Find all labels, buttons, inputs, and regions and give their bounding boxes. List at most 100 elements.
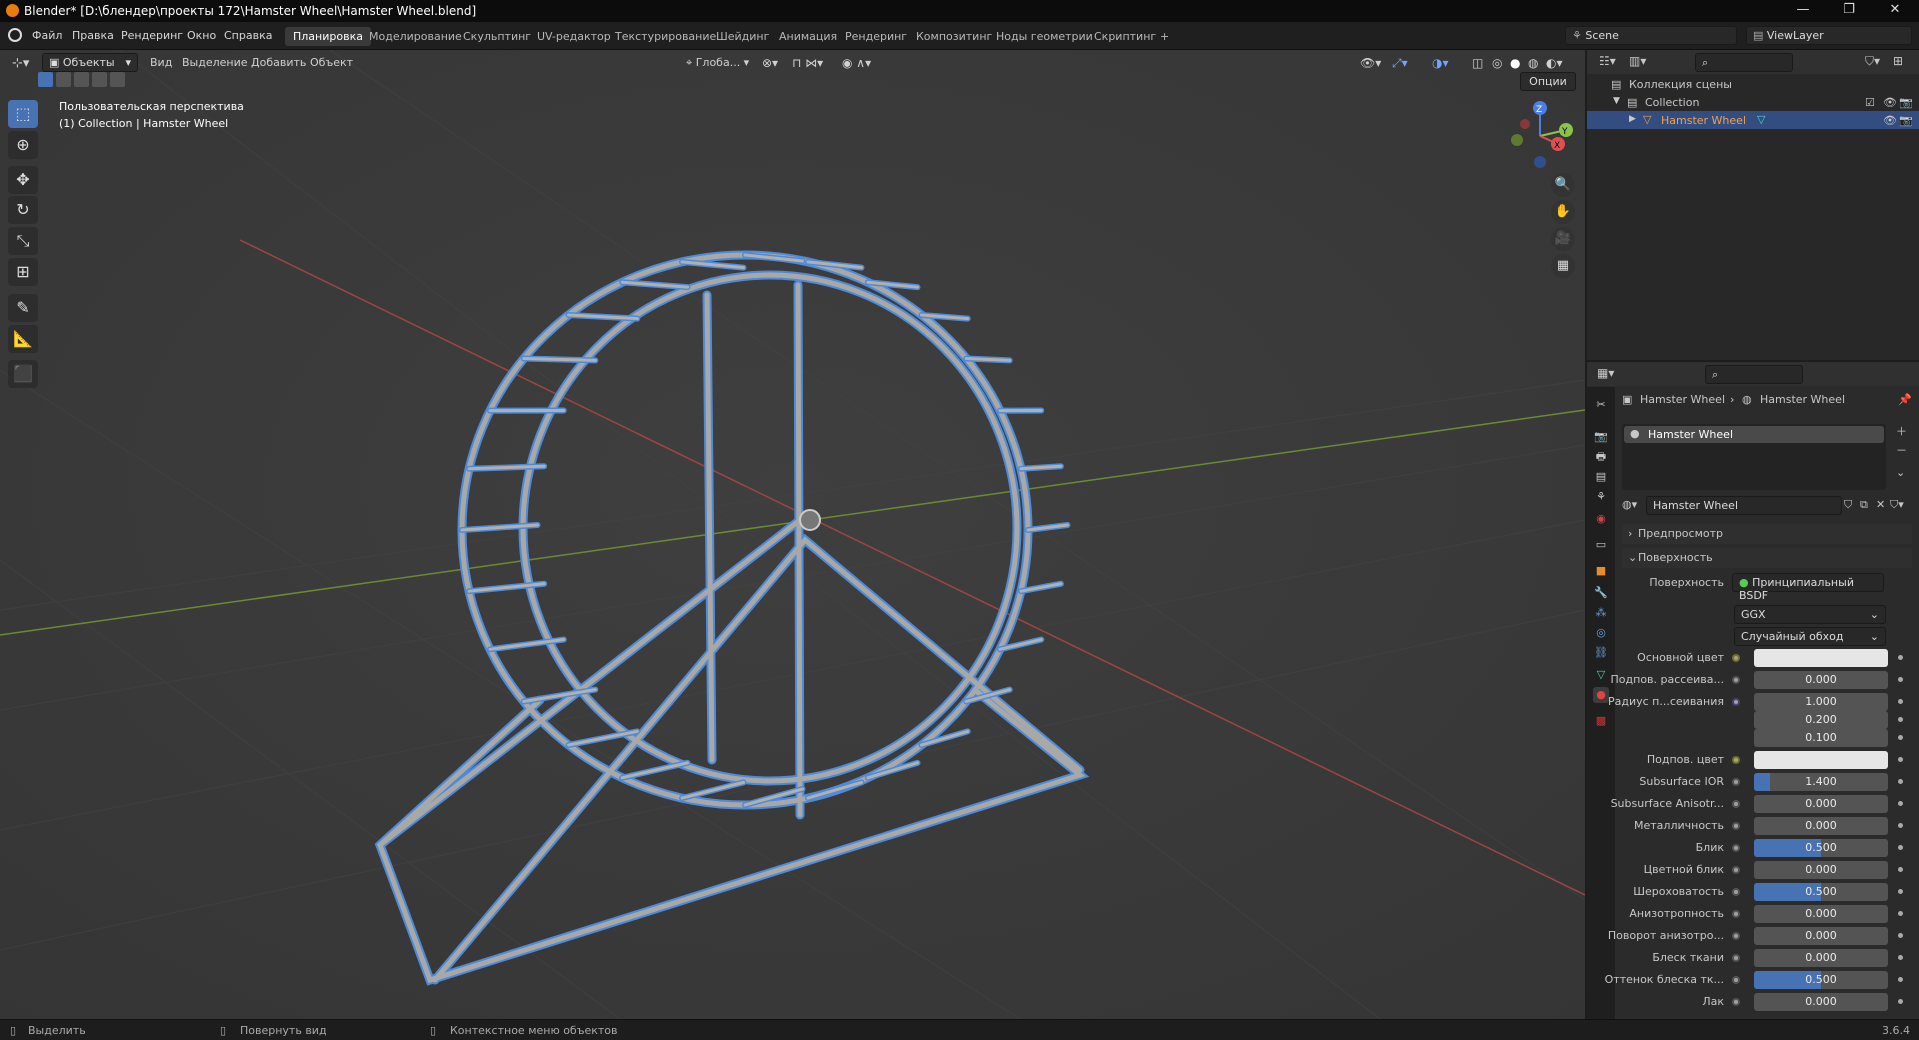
keyframe-dot-icon[interactable] bbox=[1898, 779, 1903, 784]
remove-slot-icon[interactable]: － bbox=[1896, 442, 1907, 458]
color-swatch[interactable] bbox=[1754, 751, 1888, 769]
value-slider[interactable]: 0.500 bbox=[1754, 971, 1888, 989]
outliner-editor-icon[interactable]: ☷▾ bbox=[1599, 54, 1616, 68]
navigation-gizmo[interactable]: Z Y X bbox=[1500, 96, 1580, 176]
outliner-row-collection[interactable]: ▼ ▤ Collection ☑ 👁 📷 bbox=[1587, 93, 1919, 111]
value-slider[interactable]: 0.000 bbox=[1754, 927, 1888, 945]
tab-layout[interactable]: Планировка bbox=[285, 27, 371, 46]
value-slider[interactable]: 0.500 bbox=[1754, 839, 1888, 857]
xray-icon[interactable]: ◫ bbox=[1472, 56, 1483, 70]
preview-panel-header[interactable]: › Предпросмотр bbox=[1622, 524, 1912, 544]
tab-compositing[interactable]: Композитинг bbox=[908, 27, 1000, 46]
transform-orientation[interactable]: ⌖ Глоба... ▾ bbox=[686, 56, 749, 70]
value-slider[interactable]: 0.200 bbox=[1754, 711, 1888, 729]
tool-tab-icon[interactable]: ✂ bbox=[1593, 397, 1609, 413]
display-mode-icon[interactable]: ▥▾ bbox=[1629, 54, 1646, 68]
socket-link-icon[interactable] bbox=[1732, 778, 1740, 786]
keyframe-dot-icon[interactable] bbox=[1898, 955, 1903, 960]
properties-editor-icon[interactable]: ▦▾ bbox=[1597, 366, 1614, 380]
cursor-tool-icon[interactable]: ⊕ bbox=[8, 131, 38, 159]
keyframe-dot-icon[interactable] bbox=[1898, 867, 1903, 872]
proportional-edit-icon[interactable]: ◉ ∧▾ bbox=[842, 56, 871, 70]
expand-arrow-icon[interactable]: ▶ bbox=[1629, 114, 1636, 124]
menu-select[interactable]: Выделение bbox=[182, 56, 248, 69]
menu-help[interactable]: Справка bbox=[224, 29, 272, 42]
keyframe-dot-icon[interactable] bbox=[1898, 757, 1903, 762]
eye-icon[interactable]: 👁 bbox=[1883, 114, 1897, 127]
properties-search-input[interactable]: ⌕ bbox=[1705, 365, 1803, 384]
blender-menu-icon[interactable] bbox=[8, 28, 22, 42]
select-intersect-icon[interactable] bbox=[110, 72, 125, 87]
menu-render[interactable]: Рендеринг bbox=[121, 29, 183, 42]
visibility-icon[interactable]: 👁▾ bbox=[1360, 56, 1381, 70]
keyframe-dot-icon[interactable] bbox=[1898, 911, 1903, 916]
keyframe-dot-icon[interactable] bbox=[1898, 823, 1903, 828]
measure-tool-icon[interactable]: 📐 bbox=[8, 325, 38, 353]
viewport-canvas[interactable] bbox=[0, 50, 1585, 1019]
ortho-grid-icon[interactable]: ▦ bbox=[1551, 254, 1575, 278]
options-button[interactable]: Опции bbox=[1520, 72, 1576, 91]
slot-menu-icon[interactable]: ⌄ bbox=[1896, 466, 1905, 479]
annotate-tool-icon[interactable]: ✎ bbox=[8, 294, 38, 322]
select-extend-icon[interactable] bbox=[56, 72, 71, 87]
duplicate-icon[interactable]: ⧉ bbox=[1860, 498, 1868, 512]
material-slot-row[interactable]: ● Hamster Wheel bbox=[1624, 426, 1884, 443]
3d-viewport[interactable] bbox=[0, 50, 1585, 1019]
outliner-row-hamster-wheel[interactable]: ▶ ▽ Hamster Wheel ▽ 👁 📷 bbox=[1587, 111, 1919, 129]
minimize-icon[interactable]: — bbox=[1780, 2, 1826, 17]
menu-add[interactable]: Добавить bbox=[251, 56, 306, 69]
socket-link-icon[interactable] bbox=[1732, 954, 1740, 962]
render-tab-icon[interactable]: 📷 bbox=[1593, 429, 1609, 445]
material-browse-icon[interactable]: ◍▾ bbox=[1622, 498, 1637, 511]
render-camera-icon[interactable]: 📷 bbox=[1899, 96, 1913, 109]
socket-link-icon[interactable] bbox=[1732, 676, 1740, 684]
view-layer-selector[interactable]: ▤ ViewLayer bbox=[1746, 26, 1912, 45]
mode-selector[interactable]: ▣ Объекты ▾ bbox=[42, 53, 138, 72]
scale-tool-icon[interactable]: ⤡ bbox=[8, 227, 38, 255]
scene-tab-icon[interactable]: ⚘ bbox=[1593, 489, 1609, 505]
socket-link-icon[interactable] bbox=[1732, 910, 1740, 918]
keyframe-dot-icon[interactable] bbox=[1898, 845, 1903, 850]
distribution-dropdown[interactable]: GGX ⌄ bbox=[1734, 605, 1886, 624]
material-slot-list[interactable]: ● Hamster Wheel bbox=[1622, 424, 1886, 490]
transform-tool-icon[interactable]: ⊞ bbox=[8, 258, 38, 286]
particles-tab-icon[interactable]: ⁂ bbox=[1593, 605, 1609, 621]
shading-solid-icon[interactable]: ● bbox=[1510, 56, 1520, 70]
pan-hand-icon[interactable]: ✋ bbox=[1551, 200, 1575, 224]
shading-rendered-icon[interactable]: ◐▾ bbox=[1546, 56, 1563, 70]
select-box-tool-icon[interactable]: ⬚ bbox=[8, 100, 38, 128]
tab-sculpting[interactable]: Скульптинг bbox=[455, 27, 539, 46]
shading-wireframe-icon[interactable]: ◎ bbox=[1492, 56, 1502, 70]
editor-type-icon[interactable]: ⊹▾ bbox=[12, 56, 29, 71]
unlink-icon[interactable]: ✕ bbox=[1876, 498, 1885, 511]
tab-modeling[interactable]: Моделирование bbox=[361, 27, 470, 46]
keyframe-dot-icon[interactable] bbox=[1898, 977, 1903, 982]
menu-edit[interactable]: Правка bbox=[72, 29, 114, 42]
socket-link-icon[interactable] bbox=[1732, 698, 1740, 706]
tab-shading[interactable]: Шейдинг bbox=[708, 27, 777, 46]
value-slider[interactable]: 0.500 bbox=[1754, 883, 1888, 901]
value-slider[interactable]: 0.000 bbox=[1754, 905, 1888, 923]
value-slider[interactable]: 1.000 bbox=[1754, 693, 1888, 711]
close-icon[interactable]: ✕ bbox=[1872, 2, 1918, 17]
tab-animation[interactable]: Анимация bbox=[771, 27, 845, 46]
world-tab-icon[interactable]: ◉ bbox=[1593, 511, 1609, 527]
keyframe-dot-icon[interactable] bbox=[1898, 699, 1903, 704]
rotate-tool-icon[interactable]: ↻ bbox=[8, 196, 38, 224]
keyframe-dot-icon[interactable] bbox=[1898, 717, 1903, 722]
surface-shader-selector[interactable]: ● Принципиальный BSDF bbox=[1732, 573, 1884, 602]
material-tab-icon[interactable]: ● bbox=[1593, 687, 1609, 703]
view-layer-tab-icon[interactable]: ▤ bbox=[1593, 469, 1609, 485]
camera-view-icon[interactable]: 🎥 bbox=[1551, 227, 1575, 251]
material-name-field[interactable]: Hamster Wheel bbox=[1646, 496, 1842, 515]
constraints-tab-icon[interactable]: ⛓ bbox=[1593, 645, 1609, 661]
socket-link-icon[interactable] bbox=[1732, 800, 1740, 808]
keyframe-dot-icon[interactable] bbox=[1898, 999, 1903, 1004]
expand-arrow-icon[interactable]: ▼ bbox=[1613, 96, 1620, 106]
socket-link-icon[interactable] bbox=[1732, 654, 1740, 662]
gizmo-icon[interactable]: ⤢▾ bbox=[1392, 56, 1408, 71]
keyframe-dot-icon[interactable] bbox=[1898, 677, 1903, 682]
pivot-icon[interactable]: ⊗▾ bbox=[762, 56, 778, 70]
shading-material-icon[interactable]: ◍ bbox=[1528, 56, 1538, 70]
value-slider[interactable]: 1.400 bbox=[1754, 773, 1888, 791]
